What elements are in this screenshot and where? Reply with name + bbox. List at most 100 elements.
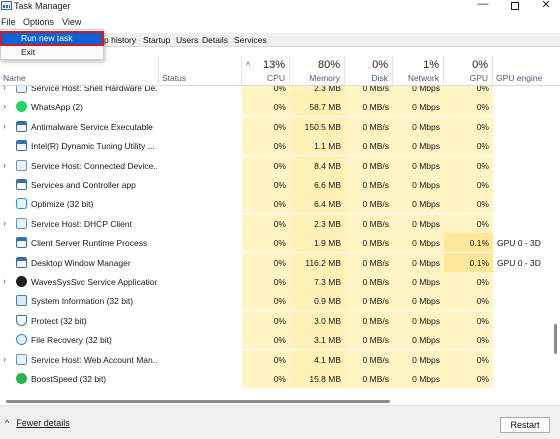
chevron-right-icon[interactable]: › [3, 86, 6, 92]
close-button[interactable]: ✕ [531, 0, 560, 12]
process-gpu-engine [493, 175, 548, 194]
chevron-right-icon[interactable]: › [3, 354, 6, 364]
process-row[interactable]: › Service Host: Connected Device... 0% 8.4 … [0, 155, 548, 175]
window-title: Task Manager [14, 1, 71, 11]
menu-view[interactable]: View [62, 17, 81, 27]
process-gpu: 0.1% [444, 252, 493, 272]
process-status [159, 97, 242, 117]
horizontal-scrollbar[interactable] [0, 398, 552, 404]
vertical-scrollbar[interactable] [552, 86, 558, 398]
memory-total: 80% [317, 59, 340, 71]
process-disk: 0 MB/s [345, 175, 393, 194]
process-name: WavesSysSvc Service Application [31, 277, 157, 287]
process-cpu: 0% [242, 213, 290, 233]
process-row[interactable]: › Service Host: DHCP Client 0% 2.3 MB 0 MB/s… [0, 213, 548, 233]
process-gpu-engine [493, 86, 548, 97]
optimize-icon [16, 198, 27, 210]
process-row[interactable]: › Service Host: Web Account Man... 0% 4.1 M… [0, 349, 548, 369]
process-gpu: 0% [444, 369, 493, 388]
process-cpu: 0% [242, 97, 290, 117]
process-row[interactable]: › WhatsApp (2) 0% 58.7 MB 0 MB/s 0 Mbps 0% [0, 97, 548, 117]
column-cpu[interactable]: 13% CPU [242, 56, 290, 86]
column-name[interactable]: Name [0, 56, 159, 86]
restart-button[interactable]: Restart [500, 417, 550, 433]
chevron-right-icon[interactable]: › [3, 218, 6, 228]
column-status[interactable]: Status [159, 56, 242, 86]
column-network[interactable]: 1% Network [393, 56, 444, 86]
disk-label: Disk [371, 73, 388, 83]
menu-file[interactable]: File [1, 17, 16, 27]
minimize-button[interactable]: — [468, 0, 498, 12]
chevron-right-icon[interactable]: › [3, 160, 6, 170]
column-gpu-engine[interactable]: GPU engine [493, 56, 548, 86]
process-status [159, 233, 242, 253]
fewer-details-link[interactable]: ^ Fewer details [5, 418, 70, 428]
run-new-task-menu-item[interactable]: Run new task [0, 31, 104, 46]
process-row[interactable]: System Information (32 bit) 0% 0.9 MB 0 MB/… [0, 291, 548, 311]
process-disk: 0 MB/s [345, 116, 393, 136]
boostspeed-icon [16, 373, 27, 384]
process-row[interactable]: › WavesSysSvc Service Application 0% 7.3 MB… [0, 272, 548, 291]
process-gpu-engine [493, 291, 548, 311]
process-disk: 0 MB/s [345, 291, 393, 311]
process-network: 0 Mbps [393, 291, 444, 311]
horizontal-scroll-thumb[interactable] [6, 400, 390, 403]
process-row[interactable]: BoostSpeed (32 bit) 0% 15.8 MB 0 MB/s 0 Mbps… [0, 369, 548, 388]
process-row[interactable]: Services and Controller app 0% 6.6 MB 0 MB/… [0, 175, 548, 194]
process-name: BoostSpeed (32 bit) [31, 374, 107, 384]
process-row[interactable]: Protect (32 bit) 0% 3.0 MB 0 MB/s 0 Mbps 0% [0, 310, 548, 330]
process-row[interactable]: Optimize (32 bit) 0% 6.4 MB 0 MB/s 0 Mbps 0% [0, 194, 548, 214]
column-memory[interactable]: 80% Memory [290, 56, 345, 86]
process-gpu: 0% [444, 194, 493, 214]
disk-total: 0% [372, 59, 388, 71]
process-name: WhatsApp (2) [31, 102, 83, 113]
cpu-total: 13% [262, 59, 285, 71]
chevron-right-icon[interactable]: › [3, 276, 6, 286]
chevron-right-icon[interactable]: › [3, 121, 6, 131]
process-memory: 6.4 MB [290, 194, 345, 214]
process-status [159, 252, 242, 272]
gpu-engine-label: GPU engine [496, 73, 543, 83]
process-disk: 0 MB/s [345, 86, 393, 97]
process-row[interactable]: File Recovery (32 bit) 0% 3.1 MB 0 MB/s 0 Mb… [0, 330, 548, 350]
vertical-scroll-thumb[interactable] [554, 324, 557, 354]
process-cpu: 0% [242, 291, 290, 311]
gpu-label: GPU [469, 73, 488, 83]
process-gpu-engine [493, 369, 548, 388]
cpu-label: CPU [267, 73, 285, 83]
process-row[interactable]: Intel(R) Dynamic Tuning Utility ... 0% 1.1… [0, 136, 548, 156]
tab-services[interactable]: Services [234, 35, 267, 45]
process-row[interactable]: Client Server Runtime Process 0% 1.9 MB 0 M… [0, 233, 548, 253]
process-row[interactable]: Desktop Window Manager 0% 116.2 MB 0 MB/s 0 … [0, 252, 548, 272]
process-disk: 0 MB/s [345, 310, 393, 330]
column-gpu[interactable]: 0% GPU [444, 56, 493, 86]
process-name: Service Host: Shell Hardware De... [31, 86, 157, 93]
exit-menu-item[interactable]: Exit [1, 46, 103, 59]
process-memory: 7.3 MB [290, 272, 345, 291]
gear-icon [16, 217, 27, 229]
tab-details[interactable]: Details [202, 35, 228, 45]
process-network: 0 Mbps [393, 97, 444, 117]
process-disk: 0 MB/s [345, 252, 393, 272]
maximize-button[interactable] [500, 0, 530, 12]
tab-app-history[interactable]: p history [104, 35, 136, 45]
process-cpu: 0% [242, 349, 290, 369]
process-gpu: 0.1% [444, 233, 493, 253]
process-disk: 0 MB/s [345, 369, 393, 388]
process-gpu: 0% [444, 136, 493, 156]
process-gpu-engine [493, 213, 548, 233]
process-row[interactable]: › Antimalware Service Executable 0% 150.5 M… [0, 116, 548, 136]
maximize-icon [511, 2, 519, 10]
process-memory: 1.9 MB [290, 233, 345, 253]
column-disk[interactable]: 0% Disk [345, 56, 393, 86]
tab-startup[interactable]: Startup [143, 35, 170, 45]
process-network: 0 Mbps [393, 330, 444, 350]
process-row[interactable]: › Service Host: Shell Hardware De... 0% 2.3… [0, 86, 548, 97]
app-window-icon [16, 237, 27, 249]
process-network: 0 Mbps [393, 272, 444, 291]
shield-icon [16, 314, 27, 326]
menu-options[interactable]: Options [23, 17, 54, 27]
process-name: Optimize (32 bit) [31, 199, 94, 210]
tab-users[interactable]: Users [176, 35, 198, 45]
chevron-right-icon[interactable]: › [3, 101, 6, 111]
